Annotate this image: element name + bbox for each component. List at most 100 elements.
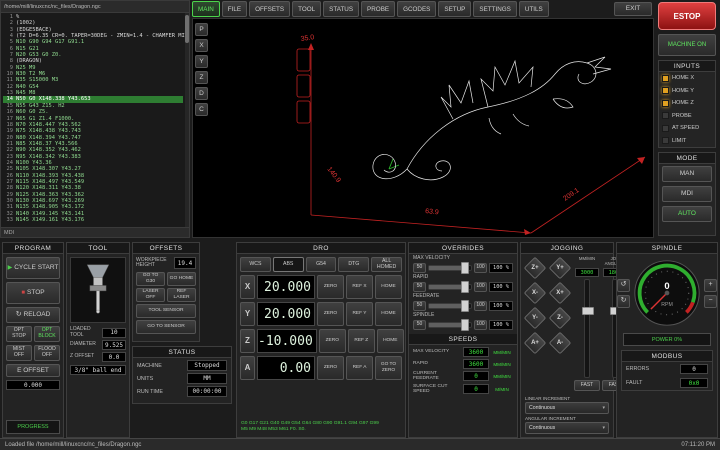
linear-increment-select[interactable]: Continuous ▾	[525, 402, 609, 414]
menu-item-gcodes[interactable]: GCODES	[397, 1, 436, 17]
dro-button-x-home[interactable]: HOME	[375, 275, 402, 299]
offsets-button-go-to-sensor[interactable]: GO TO SENSOR	[136, 320, 196, 334]
mode-button-mdi[interactable]: MDI	[662, 186, 712, 202]
jog-button-x+[interactable]: X+	[549, 282, 571, 304]
dro-header-g54[interactable]: G54	[306, 257, 337, 272]
dro-button-z-zero[interactable]: ZERO	[319, 329, 346, 353]
jog-linear-slider[interactable]	[584, 279, 590, 378]
machine-on-button[interactable]: MACHINE ON	[658, 34, 716, 56]
dro-button-a-ref-a[interactable]: REF A	[346, 356, 373, 380]
preset-50-button[interactable]: 50	[413, 320, 426, 330]
slider-handle[interactable]	[461, 319, 469, 331]
menu-item-probe[interactable]: PROBE	[361, 1, 395, 17]
jog-button-z-[interactable]: Z-	[549, 307, 571, 329]
dro-button-z-home[interactable]: HOME	[377, 329, 404, 353]
axis-button-x[interactable]: X	[240, 275, 255, 299]
dro-header-dtg[interactable]: DTG	[338, 257, 369, 272]
menu-item-main[interactable]: MAIN	[192, 1, 220, 17]
dro-button-x-zero[interactable]: ZERO	[317, 275, 344, 299]
offsets-button-laser-off[interactable]: LASER OFF	[136, 288, 165, 302]
axis-button-a[interactable]: A	[240, 356, 255, 380]
jog-button-y+[interactable]: Y+	[549, 257, 571, 279]
view-button-z[interactable]: Z	[195, 71, 208, 84]
jog-linear-fast-button[interactable]: FAST	[574, 380, 600, 391]
slider-handle[interactable]	[461, 281, 469, 293]
dro-button-y-ref-y[interactable]: REF Y	[346, 302, 373, 326]
dro-header-wcs[interactable]: WCS	[240, 257, 271, 272]
jog-button-a-[interactable]: A-	[549, 332, 571, 354]
gcode-scrollbar[interactable]	[185, 13, 189, 227]
preset-50-button[interactable]: 50	[413, 301, 426, 311]
offsets-button-go-to-g30[interactable]: GO TO G30	[136, 272, 165, 286]
dro-button-a-go-to-zero[interactable]: GO TO ZERO	[375, 356, 402, 380]
preset-50-button[interactable]: 50	[413, 263, 426, 273]
offsets-button-ref-laser[interactable]: REF LASER	[167, 288, 196, 302]
dro-button-a-zero[interactable]: ZERO	[317, 356, 344, 380]
view-button-c[interactable]: C	[195, 103, 208, 116]
angular-increment-select[interactable]: Continuous ▾	[525, 422, 609, 434]
jog-linear-slider-handle[interactable]	[582, 307, 594, 315]
input-led	[662, 87, 669, 94]
preset-100-button[interactable]: 100	[474, 301, 487, 311]
menu-item-setup[interactable]: SETUP	[438, 1, 471, 17]
menu-item-offsets[interactable]: OFFSETS	[249, 1, 290, 17]
opt-block-button[interactable]: OPT BLOCK	[34, 326, 60, 342]
spindle-lower-button[interactable]: −	[704, 295, 717, 308]
slider-handle[interactable]	[461, 300, 469, 312]
jog-button-x-[interactable]: X-	[524, 282, 546, 304]
dro-header-all-homed[interactable]: ALL HOMED	[371, 257, 402, 272]
mdi-tab[interactable]: MDI	[1, 227, 189, 237]
menu-item-tool[interactable]: TOOL	[292, 1, 321, 17]
jog-button-y-[interactable]: Y-	[524, 307, 546, 329]
mode-button-auto[interactable]: AUTO	[662, 206, 712, 222]
right-panel: ESTOP MACHINE ON INPUTS HOME XHOME YHOME…	[656, 0, 718, 238]
exit-button[interactable]: EXIT	[614, 2, 652, 16]
override-slider[interactable]	[428, 284, 472, 290]
preset-100-button[interactable]: 100	[474, 282, 487, 292]
mist-button[interactable]: MIST OFF	[6, 345, 32, 361]
view-button-x[interactable]: X	[195, 39, 208, 52]
override-slider[interactable]	[428, 322, 472, 328]
input-led	[662, 75, 669, 82]
mode-button-man[interactable]: MAN	[662, 166, 712, 182]
opt-stop-button[interactable]: OPT STOP	[6, 326, 32, 342]
axis-button-y[interactable]: Y	[240, 302, 255, 326]
estop-button[interactable]: ESTOP	[658, 2, 716, 30]
eoffset-button[interactable]: E OFFSET	[6, 364, 60, 377]
spindle-ccw-button[interactable]: ↺	[617, 279, 630, 292]
menu-item-status[interactable]: STATUS	[323, 1, 359, 17]
gcode-scrollbar-thumb[interactable]	[185, 15, 189, 43]
menu-item-file[interactable]: FILE	[222, 1, 247, 17]
gcode-preview[interactable]: 35.0 140.9 63.9 209.1 PXYZDC	[192, 18, 654, 238]
gcode-line[interactable]: 33N145 X149.161 Y43.176	[3, 217, 183, 223]
cycle-start-button[interactable]: ▶ CYCLE START	[6, 257, 60, 279]
gcode-list[interactable]: 1%2(1002)3(EDGE5BACE)4(T2 D=6.35 CR=0. T…	[1, 13, 189, 227]
override-slider[interactable]	[428, 303, 472, 309]
menu-item-settings[interactable]: SETTINGS	[473, 1, 517, 17]
dro-button-z-ref-z[interactable]: REF Z	[348, 329, 375, 353]
jog-button-a+[interactable]: A+	[524, 332, 546, 354]
dro-button-y-zero[interactable]: ZERO	[317, 302, 344, 326]
offsets-button-tool-sensor[interactable]: TOOL SENSOR	[136, 304, 196, 318]
flood-button[interactable]: FLOOD OFF	[34, 345, 60, 361]
override-slider[interactable]	[428, 265, 472, 271]
slider-handle[interactable]	[461, 262, 469, 274]
view-button-p[interactable]: P	[195, 23, 208, 36]
dro-header-abs[interactable]: ABS	[273, 257, 304, 272]
view-button-d[interactable]: D	[195, 87, 208, 100]
jog-button-z+[interactable]: Z+	[524, 257, 546, 279]
spindle-raise-button[interactable]: +	[704, 279, 717, 292]
preset-100-button[interactable]: 100	[474, 320, 487, 330]
view-button-y[interactable]: Y	[195, 55, 208, 68]
offsets-button-go-home[interactable]: GO HOME	[167, 272, 196, 286]
preset-50-button[interactable]: 50	[413, 282, 426, 292]
preset-100-button[interactable]: 100	[474, 263, 487, 273]
stop-button[interactable]: ■ STOP	[6, 282, 60, 304]
dro-button-x-ref-x[interactable]: REF X	[346, 275, 373, 299]
dro-button-y-home[interactable]: HOME	[375, 302, 402, 326]
axis-button-z[interactable]: Z	[240, 329, 255, 353]
jog-button-label: Y+	[549, 257, 571, 279]
reload-button[interactable]: ↻ RELOAD	[6, 307, 60, 323]
spindle-cw-button[interactable]: ↻	[617, 295, 630, 308]
menu-item-utils[interactable]: UTILS	[519, 1, 549, 17]
